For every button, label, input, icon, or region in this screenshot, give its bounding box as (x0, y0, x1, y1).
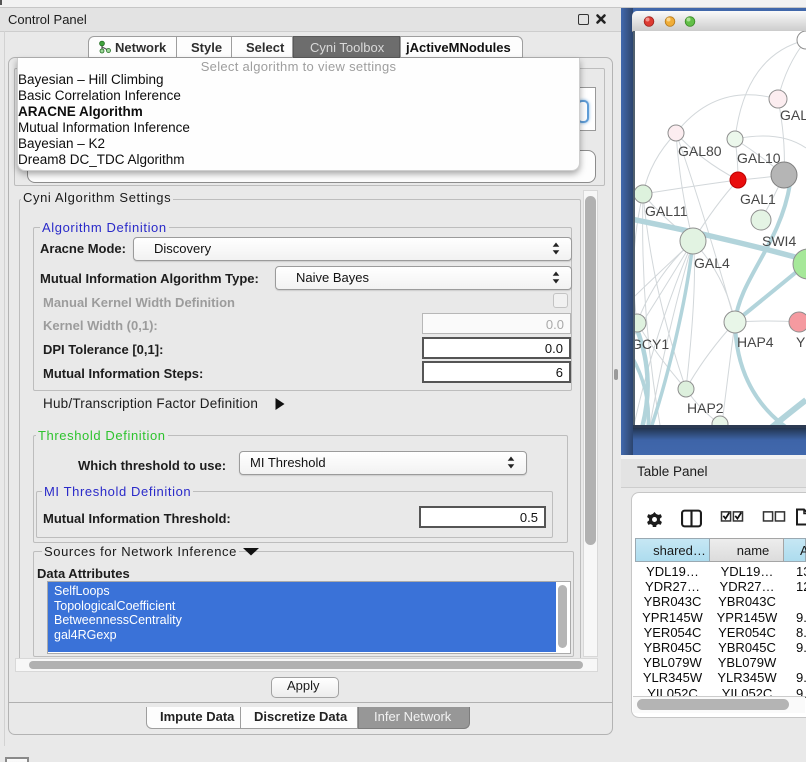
svg-text:GAL: GAL (780, 107, 806, 123)
svg-text:GCY1: GCY1 (635, 336, 669, 352)
svg-text:GAL4: GAL4 (694, 255, 730, 271)
svg-text:HAP4: HAP4 (737, 334, 774, 350)
svg-text:HAP2: HAP2 (687, 400, 724, 416)
svg-text:GAL11: GAL11 (645, 203, 688, 219)
svg-text:GAL10: GAL10 (737, 150, 781, 166)
svg-text:GAL1: GAL1 (740, 191, 776, 207)
svg-text:GAL80: GAL80 (678, 143, 722, 159)
svg-text:SWI4: SWI4 (762, 233, 796, 249)
svg-text:Y: Y (796, 334, 806, 350)
